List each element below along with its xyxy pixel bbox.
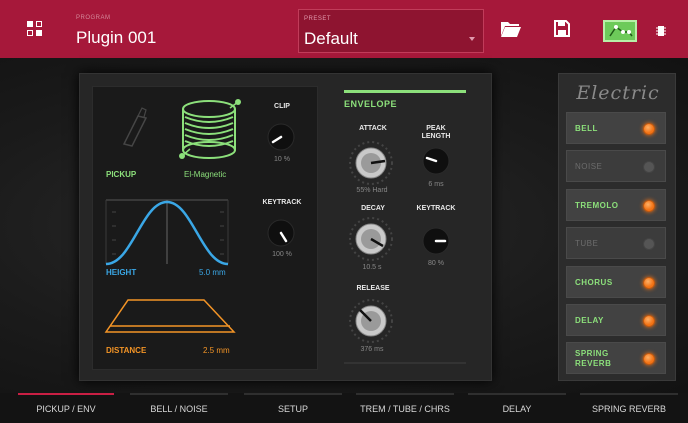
tab-label: BELL / NOISE (150, 404, 208, 414)
tab-label: SPRING REVERB (591, 404, 667, 414)
fx-chorus-label: CHORUS (575, 278, 613, 287)
height-value[interactable]: 5.0 mm (199, 268, 226, 277)
fx-spring-reverb-led (643, 353, 655, 365)
decay-knob[interactable] (348, 216, 394, 262)
tab-setup[interactable]: SETUP (244, 393, 342, 423)
top-bar: PROGRAM Plugin 001 PRESET Default (0, 0, 688, 58)
effects-title: Electric (576, 82, 660, 104)
clip-value: 10 % (274, 156, 290, 163)
fx-tremolo-toggle[interactable]: TREMOLO (566, 189, 666, 221)
env-keytrack-value: 80 % (428, 260, 444, 267)
attack-knob[interactable] (348, 140, 394, 186)
tab-indicator (468, 393, 566, 395)
fx-bell-label: BELL (575, 124, 598, 133)
tab-label: PICKUP / ENV (36, 404, 96, 414)
fx-bell-led (643, 123, 655, 135)
envelope-title: ENVELOPE (344, 99, 398, 109)
keytrack-label: KEYTRACK (262, 199, 302, 206)
distance-value[interactable]: 2.5 mm (203, 346, 230, 355)
envelope-bottom-line (344, 362, 466, 364)
decay-value: 10.5 s (362, 264, 382, 271)
program-selector[interactable]: PROGRAM Plugin 001 (64, 6, 282, 52)
fx-spring-label-line-2: REVERB (575, 359, 612, 368)
release-label: RELEASE (356, 285, 390, 292)
peak-length-label: PEAK LENGTH (414, 125, 458, 141)
folder-icon[interactable] (500, 20, 522, 38)
attack-label: ATTACK (359, 125, 387, 132)
distance-trapezoid-graph (104, 299, 236, 333)
tab-indicator (580, 393, 678, 395)
chevron-down-icon (469, 37, 475, 41)
fx-chorus-toggle[interactable]: CHORUS (566, 266, 666, 298)
peak-length-knob[interactable] (421, 146, 451, 176)
envelope-accent-line (344, 90, 466, 93)
preset-caption: PRESET (304, 16, 332, 22)
pickup-type-value[interactable]: El-Magnetic (184, 170, 226, 179)
pickup-label: PICKUP (106, 170, 137, 179)
fx-tremolo-led (643, 200, 655, 212)
preset-dropdown[interactable]: PRESET Default (298, 9, 484, 53)
attack-value: 55% Hard (356, 187, 388, 194)
tab-trem-tube-chrs[interactable]: TREM / TUBE / CHRS (356, 393, 454, 423)
fx-tube-toggle[interactable]: TUBE (566, 227, 666, 259)
fx-tube-label: TUBE (575, 239, 599, 248)
tab-indicator (244, 393, 342, 395)
decay-label: DECAY (361, 205, 385, 212)
height-label: HEIGHT (106, 268, 137, 277)
preset-name: Default (304, 29, 358, 48)
clip-label: CLIP (274, 103, 290, 110)
fx-spring-reverb-label: SPRING REVERB (575, 349, 611, 369)
tab-label: SETUP (277, 404, 308, 414)
fx-bell-toggle[interactable]: BELL (566, 112, 666, 144)
release-value: 376 ms (360, 346, 384, 353)
env-keytrack-label: KEYTRACK (416, 205, 456, 212)
fx-noise-led (643, 161, 655, 173)
program-name: Plugin 001 (76, 28, 157, 47)
env-keytrack-knob[interactable] (421, 226, 451, 256)
fx-chorus-led (643, 277, 655, 289)
fx-tube-led (643, 238, 655, 250)
height-curve-graph (105, 199, 229, 266)
peak-length-value: 6 ms (428, 181, 444, 188)
tab-label: DELAY (502, 404, 532, 414)
tab-indicator (356, 393, 454, 395)
release-knob[interactable] (348, 298, 394, 344)
tab-bell-noise[interactable]: BELL / NOISE (130, 393, 228, 423)
fx-spring-label-line-1: SPRING (575, 349, 609, 358)
peak-label-line-2: LENGTH (421, 133, 451, 140)
tab-spring-reverb[interactable]: SPRING REVERB (580, 393, 678, 423)
tab-indicator (130, 393, 228, 395)
distance-label: DISTANCE (106, 346, 147, 355)
fx-spring-reverb-toggle[interactable]: SPRING REVERB (566, 342, 666, 374)
electromagnetic-coil-icon (179, 99, 241, 159)
envelope-view-icon (609, 25, 633, 37)
pickup-keytrack-knob[interactable] (266, 218, 296, 248)
fx-noise-label: NOISE (575, 162, 603, 171)
tab-delay[interactable]: DELAY (468, 393, 566, 423)
program-caption: PROGRAM (76, 15, 111, 21)
peak-label-line-1: PEAK (426, 125, 446, 132)
tab-label: TREM / TUBE / CHRS (360, 404, 450, 414)
tab-pickup-env[interactable]: PICKUP / ENV (18, 393, 114, 423)
keytrack-value: 100 % (272, 251, 292, 258)
envelope-view-button[interactable] (603, 20, 637, 42)
fx-noise-toggle[interactable]: NOISE (566, 150, 666, 182)
save-icon[interactable] (554, 20, 570, 37)
tab-indicator (18, 393, 114, 395)
grid-icon[interactable] (27, 21, 43, 37)
chip-icon[interactable] (656, 25, 666, 37)
pickup-selector-ghost-icon (122, 107, 148, 147)
clip-knob[interactable] (266, 122, 296, 152)
fx-tremolo-label: TREMOLO (575, 201, 619, 210)
fx-delay-toggle[interactable]: DELAY (566, 304, 666, 336)
fx-delay-led (643, 315, 655, 327)
fx-delay-label: DELAY (575, 316, 604, 325)
